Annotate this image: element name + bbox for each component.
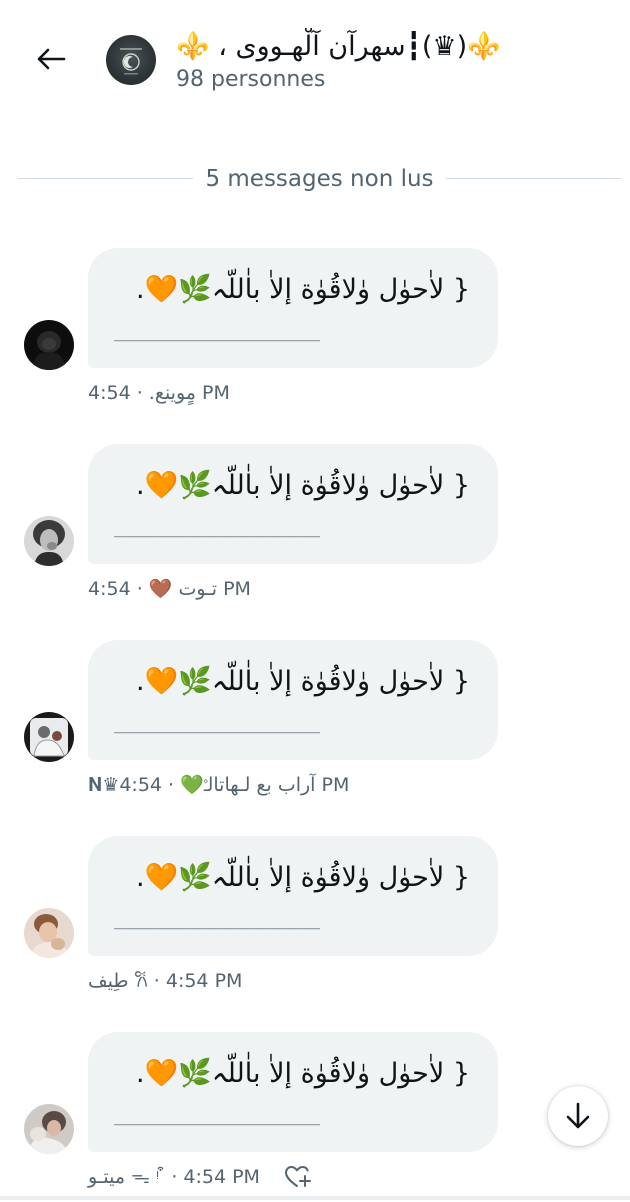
message-meta: ميتـو ᯓ ᵎ ͒ · 4:54 PM (88, 1166, 260, 1188)
message-separator-text: ___________________ (114, 1105, 320, 1126)
conversation-header: ⚜️(♛)┇سهرآن آلْهـووى ، ⚜️ 98 personnes (0, 0, 630, 120)
message-separator-text: ___________________ (114, 909, 320, 930)
member-count[interactable]: 98 personnes (176, 66, 325, 94)
sender-avatar[interactable] (24, 320, 74, 370)
sender-avatar[interactable] (24, 516, 74, 566)
message-text: { لاٰحوٰل وٰلاقُوٰة إلاٰ باٰللّہ🌿🧡. (135, 274, 470, 305)
message-item: { لاٰحوٰل وٰلاقُوٰة إلاٰ باٰللّہ🌿🧡. ____… (0, 640, 630, 810)
sender-avatar[interactable] (24, 1104, 74, 1154)
message-bubble[interactable]: { لاٰحوٰل وٰلاقُوٰة إلاٰ باٰللّہ🌿🧡. ____… (88, 836, 498, 956)
message-meta: تـوت 🤎 · 4:54 PM (88, 578, 251, 600)
divider-line-right (446, 178, 621, 179)
message-separator-text: ___________________ (114, 321, 320, 342)
arrow-left-icon (37, 48, 66, 70)
message-item: { لاٰحوٰل وٰلاقُوٰة إلاٰ باٰللّہ🌿🧡. ____… (0, 836, 630, 1006)
message-item: { لاٰحوٰل وٰلاقُوٰة إلاٰ باٰللّہ🌿🧡. ____… (0, 444, 630, 614)
arrow-down-icon (566, 1102, 590, 1129)
message-bubble[interactable]: { لاٰحوٰل وٰلاقُوٰة إلاٰ باٰللّہ🌿🧡. ____… (88, 248, 498, 368)
message-meta: 𝐍♛آراب بع لـهاتالـ۫💚 · 4:54 PM (88, 774, 350, 796)
message-separator-text: ___________________ (114, 713, 320, 734)
message-bubble[interactable]: { لاٰحوٰل وٰلاقُوٰة إلاٰ باٰللّہ🌿🧡. ____… (88, 640, 498, 760)
group-avatar[interactable] (106, 35, 156, 85)
message-item: { لاٰحوٰل وٰلاقُوٰة إلاٰ باٰللّہ🌿🧡. ____… (0, 248, 630, 418)
unread-divider-label: 5 messages non lus (205, 166, 434, 192)
message-text: { لاٰحوٰل وٰلاقُوٰة إلاٰ باٰللّہ🌿🧡. (135, 862, 470, 893)
message-meta: طِيف 𐙚 · 4:54 PM (88, 970, 243, 992)
heart-plus-icon (285, 1166, 311, 1187)
conversation-title[interactable]: ⚜️(♛)┇سهرآن آلْهـووى ، ⚜️ (176, 28, 506, 68)
scroll-to-bottom-button[interactable] (548, 1086, 608, 1146)
bottom-edge (0, 1196, 630, 1200)
message-text: { لاٰحوٰل وٰلاقُوٰة إلاٰ باٰللّہ🌿🧡. (135, 1058, 470, 1089)
message-separator-text: ___________________ (114, 517, 320, 538)
message-text: { لاٰحوٰل وٰلاقُوٰة إلاٰ باٰللّہ🌿🧡. (135, 666, 470, 697)
sender-avatar[interactable] (24, 908, 74, 958)
back-button[interactable] (26, 36, 76, 82)
add-reaction-button[interactable] (284, 1164, 312, 1190)
unread-divider: 5 messages non lus (18, 164, 621, 194)
sender-avatar[interactable] (24, 712, 74, 762)
message-meta: مٍوينع. · 4:54 PM (88, 382, 230, 404)
message-text: { لاٰحوٰل وٰلاقُوٰة إلاٰ باٰللّہ🌿🧡. (135, 470, 470, 501)
moon-emblem-icon (120, 48, 142, 75)
message-bubble[interactable]: { لاٰحوٰل وٰلاقُوٰة إلاٰ باٰللّہ🌿🧡. ____… (88, 1032, 498, 1152)
message-bubble[interactable]: { لاٰحوٰل وٰلاقُوٰة إلاٰ باٰللّہ🌿🧡. ____… (88, 444, 498, 564)
message-item: { لاٰحوٰل وٰلاقُوٰة إلاٰ باٰللّہ🌿🧡. ____… (0, 1032, 630, 1202)
